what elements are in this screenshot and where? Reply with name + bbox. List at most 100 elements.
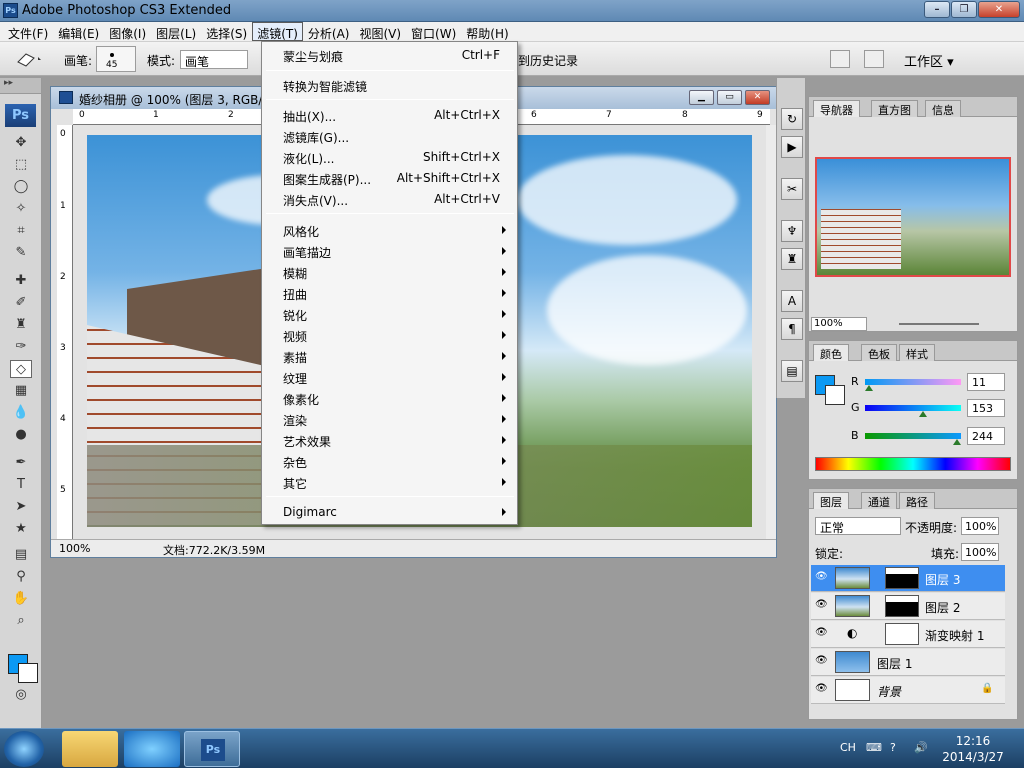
blur-tool-icon[interactable]: 💧 xyxy=(10,404,32,422)
layer-mask-thumbnail[interactable] xyxy=(885,623,919,645)
palette-toggle-icon[interactable] xyxy=(830,50,850,68)
layer-mask-thumbnail[interactable] xyxy=(885,595,919,617)
volume-icon[interactable]: 🔊 xyxy=(914,741,928,754)
tab-styles[interactable]: 样式 xyxy=(899,344,935,361)
menu-select[interactable]: 选择(S) xyxy=(201,22,252,41)
color-background-swatch[interactable] xyxy=(825,385,845,405)
color-spectrum-bar[interactable] xyxy=(815,457,1011,471)
eraser-tool-icon[interactable]: ◇ xyxy=(10,360,32,378)
language-indicator[interactable]: CH xyxy=(840,741,856,754)
notes-tool-icon[interactable]: ▤ xyxy=(10,546,32,564)
ps-logo[interactable]: Ps xyxy=(5,104,36,127)
navigator-zoom-field[interactable]: 100% xyxy=(811,317,867,331)
healing-brush-icon[interactable]: ✚ xyxy=(10,272,32,290)
brush-preset-picker[interactable]: 45 xyxy=(96,46,136,72)
layer-mask-thumbnail[interactable] xyxy=(885,567,919,589)
tool-presets-icon[interactable]: ✂ xyxy=(781,178,803,200)
brush-tool-icon[interactable]: ✐ xyxy=(10,294,32,312)
doc-maximize-button[interactable]: ▭ xyxy=(717,90,742,105)
paragraph-panel-icon[interactable]: ¶ xyxy=(781,318,803,340)
toolbox-header[interactable]: ▸▸ xyxy=(0,78,41,94)
minimize-button[interactable]: – xyxy=(924,1,950,18)
tab-layers[interactable]: 图层 xyxy=(813,492,849,509)
tab-channels[interactable]: 通道 xyxy=(861,492,897,509)
eyedropper-icon[interactable]: ⚲ xyxy=(10,568,32,586)
character-panel-icon[interactable]: A xyxy=(781,290,803,312)
red-value[interactable]: 11 xyxy=(967,373,1005,391)
clone-source-icon[interactable]: ♜ xyxy=(781,248,803,270)
menu-help[interactable]: 帮助(H) xyxy=(461,22,513,41)
tab-navigator[interactable]: 导航器 xyxy=(813,100,860,117)
eye-icon[interactable]: 👁 xyxy=(815,599,829,611)
slider-thumb-icon[interactable] xyxy=(865,385,874,391)
menu-edit[interactable]: 编辑(E) xyxy=(53,22,104,41)
eye-icon[interactable]: 👁 xyxy=(815,683,829,695)
crop-tool-icon[interactable]: ⌗ xyxy=(10,222,32,240)
tab-info[interactable]: 信息 xyxy=(925,100,961,117)
filter-item-render[interactable]: 渲染 xyxy=(265,409,514,429)
start-button[interactable] xyxy=(4,731,44,767)
filter-item-other[interactable]: 其它 xyxy=(265,472,514,492)
ie-taskbar-icon[interactable] xyxy=(124,731,180,767)
zoom-field[interactable]: 100% xyxy=(59,542,103,556)
move-tool-icon[interactable]: ✥ xyxy=(10,134,32,152)
filter-item-pattern-maker[interactable]: 图案生成器(P)... Alt+Shift+Ctrl+X xyxy=(265,168,514,188)
filter-item-video[interactable]: 视频 xyxy=(265,325,514,345)
filter-item-vanishing-point[interactable]: 消失点(V)... Alt+Ctrl+V xyxy=(265,189,514,209)
layer-row[interactable]: 👁 背景 🔒 xyxy=(811,677,1005,704)
background-color-swatch[interactable] xyxy=(18,663,38,683)
hand-tool-icon[interactable]: ✋ xyxy=(10,590,32,608)
green-slider[interactable] xyxy=(865,405,961,417)
menu-image[interactable]: 图像(I) xyxy=(104,22,151,41)
filter-item-sketch[interactable]: 素描 xyxy=(265,346,514,366)
blue-slider[interactable] xyxy=(865,433,961,445)
vertical-scrollbar[interactable] xyxy=(766,125,776,539)
tab-swatches[interactable]: 色板 xyxy=(861,344,897,361)
erase-to-history-label[interactable]: 到历史记录 xyxy=(518,52,578,69)
filter-item-stylize[interactable]: 风格化 xyxy=(265,220,514,240)
slider-thumb-icon[interactable] xyxy=(918,411,927,417)
filter-item-liquify[interactable]: 液化(L)... Shift+Ctrl+X xyxy=(265,147,514,167)
eye-icon[interactable]: 👁 xyxy=(815,627,829,639)
menu-filter[interactable]: 滤镜(T) xyxy=(252,22,303,41)
tab-color[interactable]: 颜色 xyxy=(813,344,849,361)
navigator-thumbnail[interactable] xyxy=(815,157,1011,277)
photoshop-taskbar-button[interactable]: Ps xyxy=(184,731,240,767)
marquee-tool-icon[interactable]: ⬚ xyxy=(10,156,32,174)
explorer-taskbar-icon[interactable] xyxy=(62,731,118,767)
menu-layer[interactable]: 图层(L) xyxy=(151,22,201,41)
quick-mask-icon[interactable]: ◎ xyxy=(10,686,32,704)
layer-row[interactable]: 👁 图层 1 xyxy=(811,649,1005,676)
filter-item-blur[interactable]: 模糊 xyxy=(265,262,514,282)
help-icon[interactable]: ? xyxy=(890,741,896,754)
lasso-tool-icon[interactable]: ◯ xyxy=(10,178,32,196)
filter-item-texture[interactable]: 纹理 xyxy=(265,367,514,387)
tab-histogram[interactable]: 直方图 xyxy=(871,100,918,117)
tab-paths[interactable]: 路径 xyxy=(899,492,935,509)
close-button[interactable]: ✕ xyxy=(978,1,1020,18)
keyboard-icon[interactable]: ⌨ xyxy=(866,741,882,754)
slice-tool-icon[interactable]: ✎ xyxy=(10,244,32,262)
filter-item-noise[interactable]: 杂色 xyxy=(265,451,514,471)
menu-file[interactable]: 文件(F) xyxy=(3,22,53,41)
workspace-menu[interactable]: 工作区 ▾ xyxy=(904,51,954,70)
filter-item-brush-strokes[interactable]: 画笔描边 xyxy=(265,241,514,261)
filter-item-gallery[interactable]: 滤镜库(G)... xyxy=(265,126,514,146)
filter-item-distort[interactable]: 扭曲 xyxy=(265,283,514,303)
filter-item-sharpen[interactable]: 锐化 xyxy=(265,304,514,324)
bridge-icon[interactable] xyxy=(864,50,884,68)
layer-comps-icon[interactable]: ▤ xyxy=(781,360,803,382)
filter-item-convert-smart[interactable]: 转换为智能滤镜 xyxy=(265,75,514,95)
type-tool-icon[interactable]: T xyxy=(10,476,32,494)
menu-view[interactable]: 视图(V) xyxy=(354,22,406,41)
eye-icon[interactable]: 👁 xyxy=(815,571,829,583)
menu-analysis[interactable]: 分析(A) xyxy=(303,22,355,41)
layer-row[interactable]: 👁 图层 3 xyxy=(811,565,1005,592)
doc-minimize-button[interactable]: ▁ xyxy=(689,90,714,105)
gradient-tool-icon[interactable]: ▦ xyxy=(10,382,32,400)
magic-wand-icon[interactable]: ✧ xyxy=(10,200,32,218)
shape-tool-icon[interactable]: ★ xyxy=(10,520,32,538)
layer-row[interactable]: 👁 图层 2 xyxy=(811,593,1005,620)
doc-close-button[interactable]: ✕ xyxy=(745,90,770,105)
pen-tool-icon[interactable]: ✒ xyxy=(10,454,32,472)
